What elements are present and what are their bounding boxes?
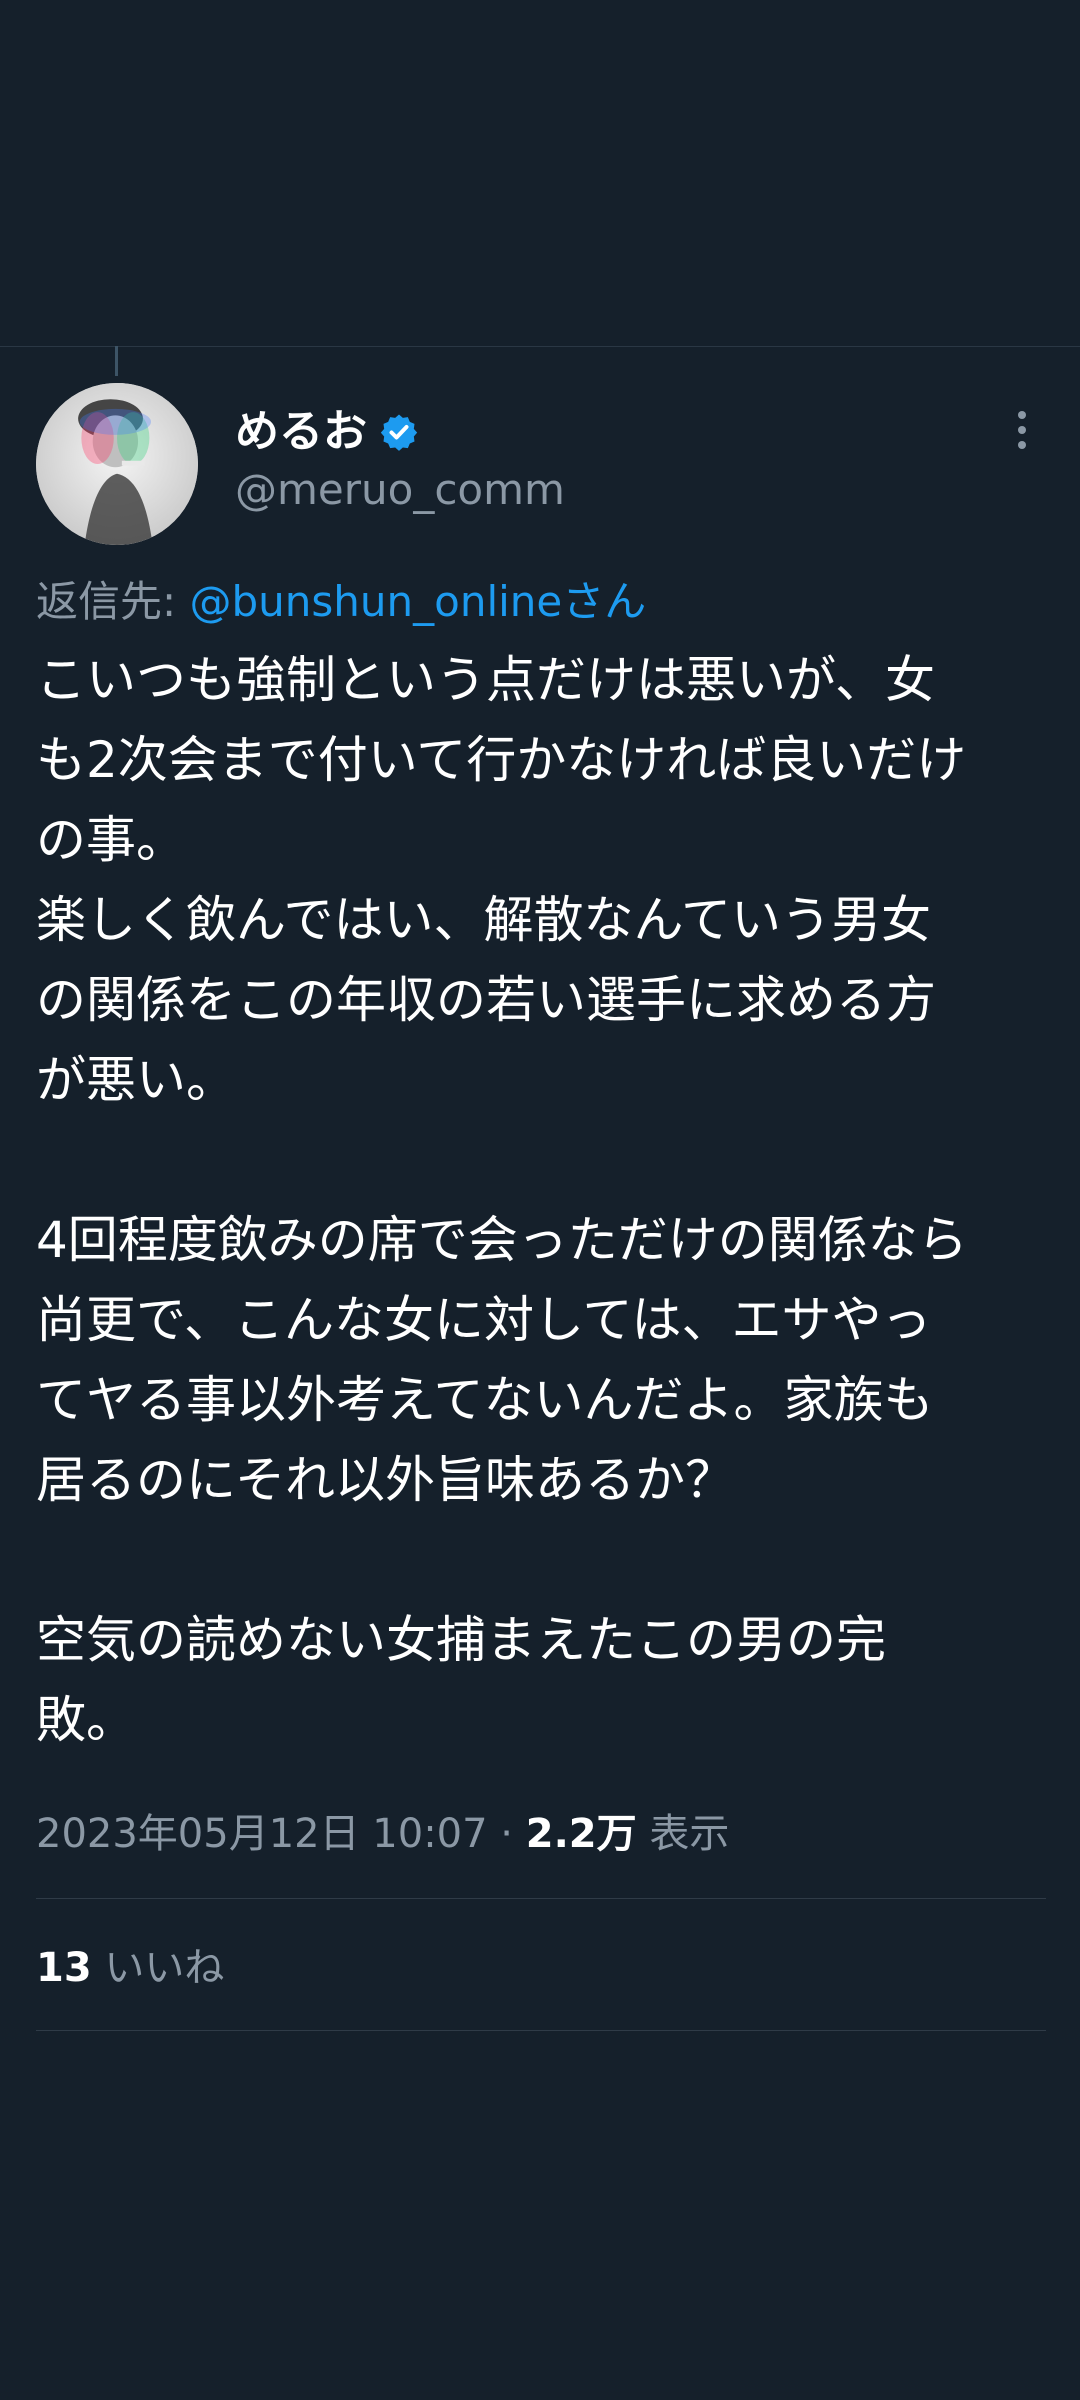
divider bbox=[36, 1898, 1046, 1899]
tweet-text-line: 楽しく飲んではい、解散なんていう男女 bbox=[36, 891, 931, 949]
tweet-text-line bbox=[36, 1120, 1046, 1200]
thread-connector-line bbox=[115, 346, 118, 376]
tweet-text-line: の事。 bbox=[36, 811, 186, 869]
top-divider bbox=[0, 346, 1080, 347]
reply-prefix: 返信先: bbox=[36, 577, 190, 626]
reply-mention-link[interactable]: @bunshun_onlineさん bbox=[190, 577, 647, 626]
divider bbox=[36, 2030, 1046, 2031]
tweet-text-line bbox=[36, 1520, 1046, 1600]
avatar[interactable] bbox=[36, 383, 198, 545]
avatar-photo bbox=[36, 383, 198, 545]
tweet-text: こいつも強制という点だけは悪いが、女 も2次会まで付いて行かなければ良いだけ の… bbox=[36, 640, 1046, 1760]
more-vertical-icon-dot bbox=[1018, 411, 1026, 419]
tweet-text-line: が悪い。 bbox=[36, 1051, 236, 1109]
more-options-button[interactable] bbox=[1000, 405, 1044, 455]
tweet-text-line: 敗。 bbox=[36, 1691, 136, 1749]
tweet-text-line: 空気の読めない女捕まえたこの男の完 bbox=[36, 1611, 886, 1669]
tweet-text-line: 居るのにそれ以外旨味あるか？ bbox=[36, 1451, 735, 1509]
author-name-row[interactable]: めるお bbox=[235, 402, 419, 462]
tweet-text-line: も2次会まで付いて行かなければ良いだけ bbox=[36, 731, 967, 789]
tweet-text-line: 尚更で、こんな女に対しては、エサやっ bbox=[36, 1291, 932, 1349]
tweet-timestamp[interactable]: 2023年05月12日 10:07 bbox=[36, 1811, 488, 1857]
more-vertical-icon-dot bbox=[1018, 441, 1026, 449]
tweet-text-line: 4回程度飲みの席で会っただけの関係なら bbox=[36, 1211, 968, 1269]
views-label: 表示 bbox=[636, 1811, 730, 1857]
verified-badge-icon bbox=[379, 412, 419, 452]
more-vertical-icon-dot bbox=[1018, 426, 1026, 434]
likes-stat[interactable]: 13 いいね bbox=[36, 1938, 224, 1998]
likes-count: 13 bbox=[36, 1945, 92, 1991]
tweet-meta: 2023年05月12日 10:07 · 2.2万 表示 bbox=[36, 1804, 729, 1864]
author-handle[interactable]: @meruo_comm bbox=[235, 462, 565, 518]
reply-context: 返信先: @bunshun_onlineさん bbox=[36, 572, 646, 632]
author-display-name[interactable]: めるお bbox=[235, 402, 367, 462]
views-count: 2.2万 bbox=[525, 1811, 637, 1857]
tweet-text-line: てヤる事以外考えてないんだよ。家族も bbox=[36, 1371, 934, 1429]
tweet-text-line: こいつも強制という点だけは悪いが、女 bbox=[36, 651, 935, 709]
meta-separator: · bbox=[487, 1811, 526, 1857]
likes-label: いいね bbox=[91, 1945, 225, 1991]
tweet-text-line: の関係をこの年収の若い選手に求める方 bbox=[36, 971, 936, 1029]
